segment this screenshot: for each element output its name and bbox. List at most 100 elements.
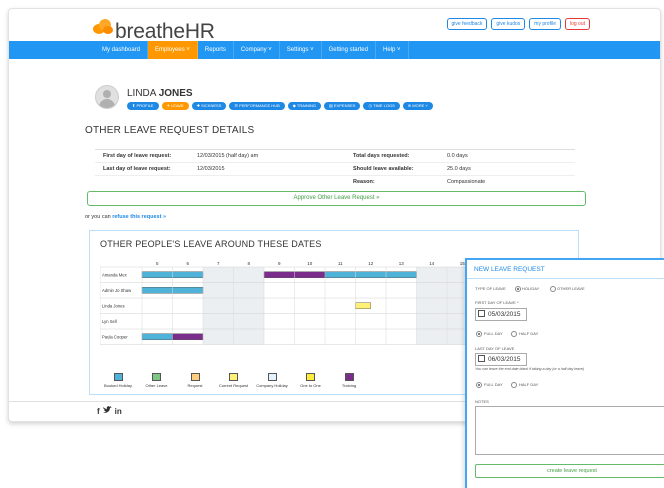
last-half-day-radio[interactable] (511, 382, 517, 388)
first-day-of-leave-label: FIRST DAY OF LEAVE * (475, 300, 519, 305)
tab-time-logs-label: TIME LOGS (373, 103, 395, 108)
gantt-day-label: 8 (247, 261, 250, 266)
tab-training[interactable]: ◆ TRAINING (287, 102, 321, 110)
legend-swatch (190, 373, 200, 381)
legend-label: One to One (300, 383, 321, 388)
tab-training-label: TRAINING (296, 103, 316, 108)
legend-item: Booked Holiday (98, 373, 138, 388)
top-links: give feedback give kudos my profile log … (446, 18, 590, 30)
reason-value: Compassionate (447, 179, 486, 185)
gantt-row-name: Linda Jones (102, 303, 125, 308)
legend-swatch (344, 373, 354, 381)
nav-employees[interactable]: Employees ˅ (148, 41, 198, 59)
main-navbar: My dashboard Employees ˅ Reports Company… (9, 41, 660, 59)
twitter-icon[interactable] (102, 406, 112, 416)
first-full-day-radio[interactable] (476, 331, 482, 337)
tab-performance-hub-label: PERFORMANCE HUB (239, 103, 280, 108)
tab-expenses[interactable]: ▤ EXPENSES (324, 102, 361, 110)
other-leave-radio[interactable] (550, 286, 556, 292)
calendar-icon (478, 309, 485, 317)
weekend-shade (416, 267, 447, 345)
legend-item: Other Leave (137, 373, 177, 388)
gantt-leave-bar (172, 333, 204, 340)
nav-my-dashboard[interactable]: My dashboard (95, 41, 149, 59)
tab-time-logs[interactable]: ◷ TIME LOGS (363, 102, 400, 110)
tab-sickness-label: SICKNESS (201, 103, 222, 108)
cloud-logo-icon (93, 19, 113, 34)
linkedin-icon[interactable]: in (115, 407, 122, 416)
legend-label: Other Leave (145, 383, 168, 388)
first-half-day-label: HALF DAY (519, 331, 539, 336)
tab-profile-label: PROFILE (136, 103, 154, 108)
last-day-input[interactable]: 06/03/2015 (475, 353, 527, 366)
create-leave-request-button[interactable]: create leave request (475, 464, 664, 478)
total-days-label: Total days requested: (353, 153, 410, 159)
first-day-value: 12/03/2015 (half day) am (197, 153, 259, 159)
gantt-row-name: Paula Cooper (102, 334, 128, 339)
legend-swatch (229, 373, 238, 381)
give-feedback-button[interactable]: give feedback (446, 18, 488, 30)
nav-company[interactable]: Company ˅ (234, 41, 280, 59)
refuse-request-link[interactable]: refuse this request » (112, 214, 166, 220)
gantt-leave-bar (141, 333, 173, 340)
gantt-day-label: 10 (307, 261, 313, 266)
other-peoples-leave-title: OTHER PEOPLE'S LEAVE AROUND THESE DATES (100, 239, 322, 249)
calendar-icon (478, 354, 485, 362)
available-value: 25.0 days (447, 166, 471, 172)
nav-getting-started[interactable]: Getting started (322, 41, 376, 59)
tab-sickness[interactable]: ✚ SICKNESS (191, 102, 227, 110)
legend-item: Request (175, 373, 215, 388)
nav-settings[interactable]: Settings ˅ (280, 41, 322, 59)
legend-label: Request (187, 383, 203, 388)
new-leave-request-panel: NEW LEAVE REQUEST TYPE OF LEAVE HOLIDAY … (465, 258, 664, 488)
legend-label: Booked Holiday (103, 383, 133, 388)
my-profile-button[interactable]: my profile (529, 18, 561, 30)
legend-item: Training (329, 373, 369, 388)
tab-more[interactable]: ⊕ MORE ˅ (402, 102, 433, 110)
last-day-label: Last day of leave request: (103, 166, 171, 172)
last-day-input-value: 06/03/2015 (488, 356, 521, 363)
gantt-leave-bar (355, 302, 371, 309)
weekend-shade (233, 267, 264, 345)
tab-more-label: MORE ˅ (412, 103, 428, 108)
brand-name-prefix: breathe (115, 20, 185, 43)
last-half-day-label: HALF DAY (519, 382, 539, 387)
approve-leave-button[interactable]: Approve Other Leave Request » (87, 191, 586, 206)
type-of-leave-label: TYPE OF LEAVE (475, 286, 506, 291)
employee-first-name: LINDA (127, 88, 156, 99)
new-leave-request-title: NEW LEAVE REQUEST (474, 266, 545, 273)
notes-textarea[interactable] (475, 406, 664, 455)
weekend-shade (203, 267, 234, 345)
legend-swatch (152, 373, 161, 381)
last-day-value: 12/03/2015 (197, 166, 225, 172)
gantt-day-label: 6 (186, 261, 189, 266)
tab-profile[interactable]: ⬆ PROFILE (127, 102, 159, 110)
legend-label: Company Holiday (256, 383, 288, 388)
brand-name-suffix: HR (184, 20, 215, 43)
tab-leave[interactable]: ✈ LEAVE (161, 102, 189, 110)
panel-divider (467, 278, 664, 279)
legend-item: One to One (291, 373, 331, 388)
legend-item: Current Request (214, 373, 254, 388)
last-day-of-leave-label: LAST DAY OF LEAVE (475, 346, 515, 351)
gantt-row-name: Lyn Sell (102, 319, 117, 324)
legend-swatch (267, 373, 277, 381)
tab-performance-hub[interactable]: ☰ PERFORMANCE HUB (229, 102, 285, 110)
avatar (95, 85, 119, 109)
leave-details-table: First day of leave request: 12/03/2015 (… (95, 149, 575, 188)
nav-reports[interactable]: Reports (198, 41, 234, 59)
first-half-day-radio[interactable] (511, 331, 517, 337)
gantt-row-name: Admin Jo Shaw (102, 288, 132, 293)
holiday-radio[interactable] (515, 286, 521, 292)
first-day-input[interactable]: 05/03/2015 (475, 308, 527, 321)
nav-help[interactable]: Help ˅ (376, 41, 409, 59)
last-full-day-radio[interactable] (476, 382, 482, 388)
log-out-button[interactable]: log out (564, 18, 590, 30)
available-label: Should leave available: (353, 166, 414, 172)
give-kudos-button[interactable]: give kudos (491, 18, 526, 30)
facebook-icon[interactable]: f (97, 407, 100, 416)
other-leave-radio-label: OTHER LEAVE (557, 286, 585, 291)
notes-label: NOTES (475, 399, 489, 404)
refuse-line: or you can refuse this request » (85, 214, 166, 220)
reason-label: Reason: (353, 179, 375, 185)
